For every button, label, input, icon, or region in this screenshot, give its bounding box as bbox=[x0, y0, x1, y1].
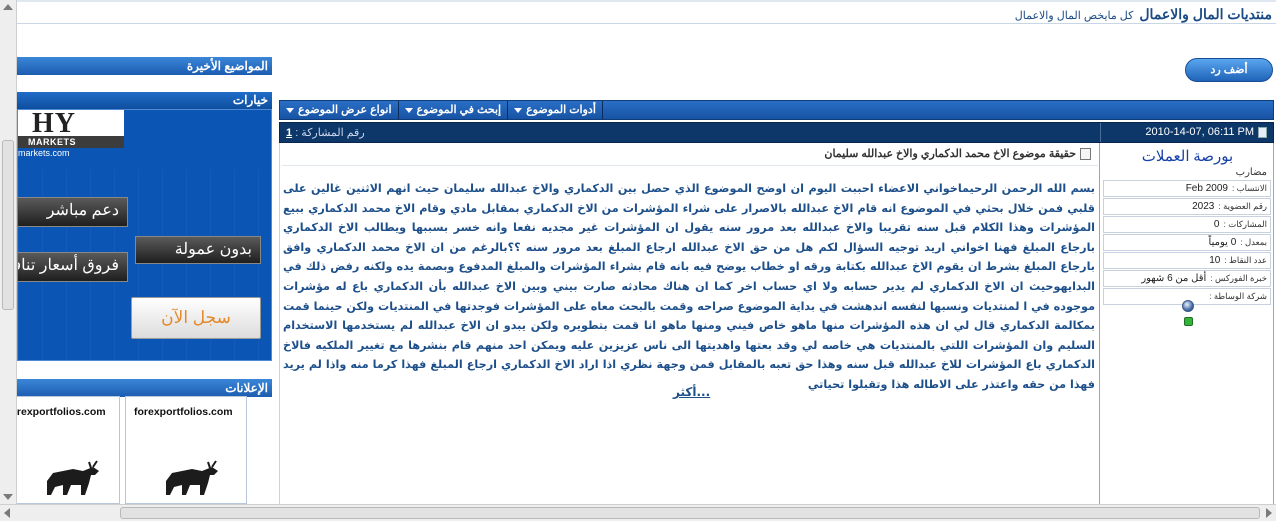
post-body: حقيقة موضوع الاخ محمد الدكماري والاخ عبد… bbox=[279, 143, 1099, 504]
register-now-button[interactable]: سجل الآن bbox=[131, 297, 261, 339]
add-reply-button[interactable]: أضف رد bbox=[1185, 58, 1273, 82]
globe-icon[interactable] bbox=[1182, 300, 1194, 312]
chevron-down-icon bbox=[514, 107, 523, 113]
banner-logo: HY MARKETS bbox=[18, 110, 124, 148]
post-number-link[interactable]: 1 bbox=[286, 127, 292, 139]
vertical-scroll-thumb[interactable] bbox=[2, 140, 14, 310]
logo-subtext: MARKETS bbox=[28, 137, 76, 147]
post-title-text: حقيقة موضوع الاخ محمد الدكماري والاخ عبد… bbox=[824, 148, 1076, 160]
user-forex-experience: خبرة الفوركس : أقل من 6 شهور bbox=[1103, 270, 1271, 287]
banner-url: markets.com bbox=[18, 148, 70, 158]
display-modes-menu[interactable]: انواع عرض الموضوع bbox=[280, 101, 399, 119]
post-icon bbox=[1258, 126, 1267, 138]
title-divider bbox=[282, 165, 1098, 166]
user-post-count: المشاركات :0 bbox=[1103, 216, 1271, 233]
online-status-icon bbox=[1184, 317, 1193, 326]
thread-toolbar: انواع عرض الموضوع إبحث في الموضوع أدوات … bbox=[279, 100, 1274, 120]
horizontal-scrollbar[interactable] bbox=[0, 504, 1276, 521]
ad-link[interactable]: forexportfolios.com bbox=[134, 406, 233, 418]
site-header: منتديات المال والاعمال كل مايخص المال وا… bbox=[1015, 6, 1272, 28]
horizontal-scroll-thumb[interactable] bbox=[120, 507, 1260, 519]
browser-viewport: منتديات المال والاعمال كل مايخص المال وا… bbox=[0, 0, 1276, 521]
toolbar-menus: انواع عرض الموضوع إبحث في الموضوع أدوات … bbox=[280, 101, 603, 119]
vertical-scrollbar[interactable] bbox=[0, 0, 17, 504]
user-info-panel: بورصة العملات مضارب الانتساب : Feb 2009 ر… bbox=[1099, 143, 1274, 504]
search-thread-menu[interactable]: إبحث في الموضوع bbox=[399, 101, 509, 119]
header-column-divider bbox=[1100, 123, 1101, 142]
post-title: حقيقة موضوع الاخ محمد الدكماري والاخ عبد… bbox=[824, 147, 1091, 160]
display-modes-label: انواع عرض الموضوع bbox=[298, 104, 392, 116]
user-join-date: الانتساب : Feb 2009 bbox=[1103, 180, 1271, 197]
bull-icon bbox=[166, 460, 218, 495]
user-points: عدد النقاط :10 bbox=[1103, 252, 1271, 269]
scroll-up-icon[interactable] bbox=[3, 4, 13, 10]
page-icon bbox=[1080, 147, 1091, 160]
thread-tools-label: أدوات الموضوع bbox=[526, 104, 596, 116]
post-date: 2010-14-07, 06:11 PM bbox=[1145, 126, 1267, 138]
site-title[interactable]: منتديات المال والاعمال bbox=[1139, 6, 1272, 23]
banner-no-commission: بدون عمولة bbox=[135, 236, 261, 264]
ad-link[interactable]: forexportfolios.com bbox=[17, 406, 106, 418]
ads-header: الإعلانات bbox=[17, 379, 272, 397]
post-header-bar: رقم المشاركة : 1 2010-14-07, 06:11 PM bbox=[279, 122, 1274, 143]
scroll-left-icon[interactable] bbox=[4, 508, 10, 518]
user-title: مضارب bbox=[1235, 167, 1267, 178]
ad-card[interactable]: forexportfolios.com bbox=[17, 396, 120, 504]
top-border bbox=[17, 0, 1276, 2]
post-message: بسم الله الرحمن الرحيماخواني الاعضاء احب… bbox=[283, 182, 1095, 391]
user-stats: الانتساب : Feb 2009 رقم العضوية :2023 الم… bbox=[1103, 180, 1271, 306]
scroll-down-icon[interactable] bbox=[3, 494, 13, 500]
read-more-link[interactable]: أكثر... bbox=[673, 385, 710, 399]
username-link[interactable]: بورصة العملات bbox=[1100, 147, 1275, 166]
site-tagline: كل مايخص المال والاعمال bbox=[1014, 10, 1134, 22]
bull-icon bbox=[47, 460, 99, 495]
broker-banner-ad[interactable]: HY MARKETS markets.com دعم مباشر بدون عم… bbox=[17, 109, 272, 361]
user-member-id: رقم العضوية :2023 bbox=[1103, 198, 1271, 215]
scroll-right-icon[interactable] bbox=[1266, 508, 1272, 518]
search-thread-label: إبحث في الموضوع bbox=[416, 104, 502, 116]
chevron-down-icon bbox=[404, 107, 413, 113]
banner-competitive-spreads: فروق أسعار تنافسية bbox=[18, 252, 128, 282]
post-number: رقم المشاركة : 1 bbox=[286, 126, 365, 139]
latest-topics-header: المواضيع الأخيرة bbox=[17, 57, 272, 75]
options-header: خيارات bbox=[17, 92, 272, 109]
post-number-label: رقم المشاركة : bbox=[295, 127, 365, 139]
header-divider bbox=[17, 23, 1276, 24]
post-date-text: 2010-14-07, 06:11 PM bbox=[1145, 126, 1254, 138]
banner-live-support: دعم مباشر bbox=[18, 197, 128, 227]
chevron-down-icon bbox=[286, 107, 294, 113]
thread-tools-menu[interactable]: أدوات الموضوع bbox=[508, 101, 603, 119]
user-post-rate: بمعدل :0 يومياً bbox=[1103, 234, 1271, 251]
ad-card[interactable]: forexportfolios.com bbox=[125, 396, 247, 504]
